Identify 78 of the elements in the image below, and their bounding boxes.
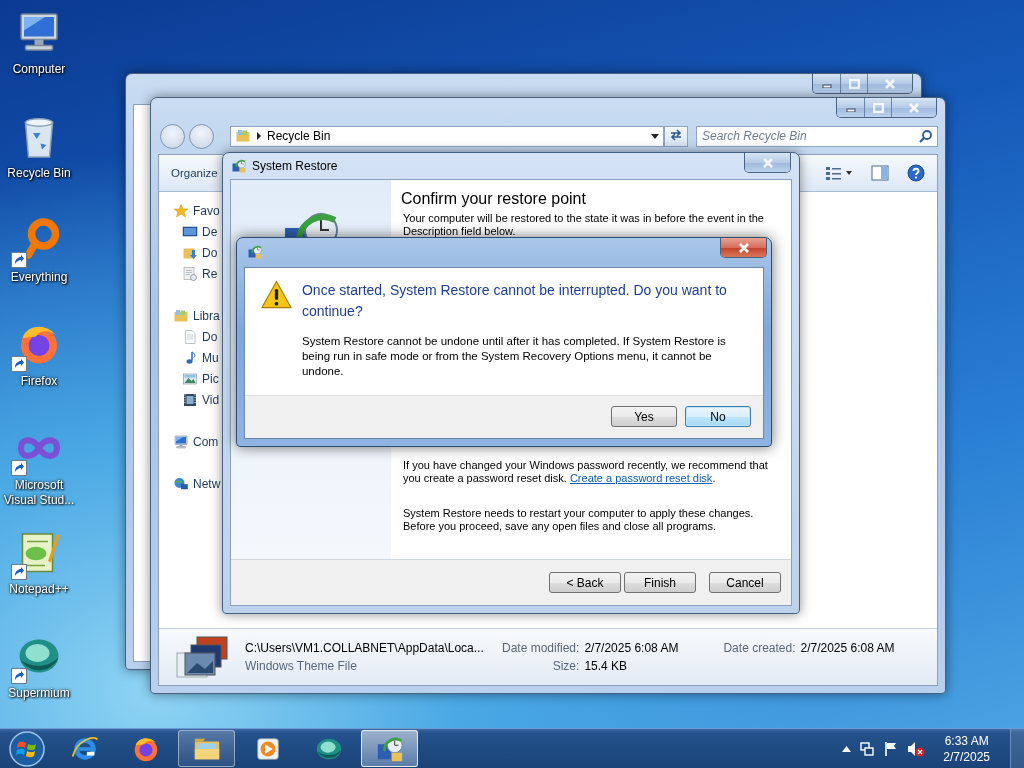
dialog-button[interactable]: No: [685, 406, 751, 427]
address-field[interactable]: Recycle Bin: [230, 125, 664, 147]
detail-value: 2/7/2025 6:08 AM: [584, 640, 679, 656]
wizard-heading: Confirm your restore point: [401, 190, 587, 208]
network-icon: [173, 475, 189, 492]
library-icon: [235, 128, 251, 144]
detail-value: 15.4 KB: [584, 658, 629, 674]
detail-label: Date modified:: [502, 640, 580, 656]
clock-date[interactable]: 2/7/2025: [943, 748, 990, 765]
wizard-button[interactable]: Finish: [624, 572, 696, 593]
nav-item[interactable]: Mu: [202, 350, 219, 365]
nav-item[interactable]: Re: [202, 266, 218, 281]
network-icon[interactable]: [859, 740, 876, 757]
desktop-icon-label[interactable]: Recycle Bin: [0, 166, 78, 181]
show-hidden-icons-caret-icon[interactable]: [842, 745, 852, 752]
speaker-muted-icon[interactable]: [907, 740, 926, 757]
close-button[interactable]: [721, 238, 766, 257]
desktop-icon-label[interactable]: Computer: [0, 62, 78, 77]
refresh-icon: [669, 128, 683, 141]
wizard-button[interactable]: Cancel: [709, 572, 781, 593]
refresh-button[interactable]: [664, 125, 688, 147]
detail-label: Date created:: [723, 640, 796, 656]
taskbar-button[interactable]: [178, 730, 235, 767]
warning-icon: [261, 280, 292, 310]
maximize-button[interactable]: [840, 74, 867, 93]
dialog-message: System Restore cannot be undone until after it has completed. If System Restore is being run in safe mode or from the System Recovery Options menu, it cannot be undone.: [301, 334, 727, 379]
picture-icon: [182, 370, 198, 387]
nav-item[interactable]: De: [202, 224, 218, 239]
close-icon: [908, 102, 920, 113]
minimize-button[interactable]: [837, 98, 864, 117]
recent-places-icon: [182, 265, 198, 282]
detail-label: Size:: [551, 658, 580, 674]
close-icon: [761, 157, 774, 168]
maximize-button[interactable]: [864, 98, 891, 117]
nav-item[interactable]: Pic: [202, 371, 219, 386]
intro-text: Your computer will be restored to the state it was in before the event in the Description field below.: [403, 212, 765, 238]
restore-icon: [247, 244, 263, 260]
desktop-icon-label[interactable]: Everything: [0, 270, 78, 285]
dropdown-caret-icon[interactable]: [651, 133, 659, 139]
dialog-heading: Once started, System Restore cannot be interrupted. Do you want to continue?: [301, 281, 728, 321]
window-title: System Restore: [252, 159, 338, 173]
nav-item[interactable]: Do: [202, 329, 218, 344]
close-button[interactable]: [891, 98, 936, 117]
search-field[interactable]: Search Recycle Bin: [696, 125, 938, 147]
nav-item[interactable]: Vid: [202, 392, 220, 407]
detail-value: 2/7/2025 6:08 AM: [800, 640, 895, 656]
film-icon: [182, 391, 198, 408]
restart-note: System Restore needs to restart your computer to apply these changes. Before you proceed, save any open files and close all programs.: [403, 507, 755, 533]
nav-item[interactable]: Netw: [193, 476, 221, 491]
nav-item[interactable]: Com: [193, 434, 219, 449]
nav-item[interactable]: Favo: [193, 203, 220, 218]
clock-time[interactable]: 6:33 AM: [943, 732, 990, 749]
address-text: Recycle Bin: [267, 129, 332, 143]
taskbar-button[interactable]: [361, 730, 418, 767]
nav-item[interactable]: Do: [202, 245, 218, 260]
photo-stack-icon: [175, 635, 231, 679]
restore-icon: [231, 158, 247, 174]
close-button[interactable]: [867, 74, 912, 93]
star-icon: [173, 202, 189, 219]
help-button[interactable]: [905, 162, 927, 184]
chevron-icon: [256, 132, 262, 140]
maximize-icon: [848, 78, 860, 89]
wizard-button[interactable]: < Back: [549, 572, 621, 593]
close-icon: [737, 242, 750, 253]
nav-item[interactable]: Libra: [193, 308, 220, 323]
desktop-icon: [182, 223, 198, 240]
toolbar-button[interactable]: Organize: [169, 164, 220, 182]
computer-icon: [173, 433, 189, 450]
file-path: C:\Users\VM1.COLLABNET\AppData\Loca...: [245, 640, 485, 656]
document-icon: [182, 328, 198, 345]
password-note: If you have changed your Windows password recently, we recommend that you create a password reset disk. Create a password reset disk.: [403, 459, 769, 485]
library-icon: [173, 307, 189, 324]
file-type: Windows Theme File: [245, 658, 358, 674]
minimize-button[interactable]: [813, 74, 840, 93]
search-icon[interactable]: [919, 128, 933, 143]
maximize-icon: [872, 102, 884, 113]
dialog-button[interactable]: Yes: [611, 406, 677, 427]
close-icon: [884, 78, 896, 89]
